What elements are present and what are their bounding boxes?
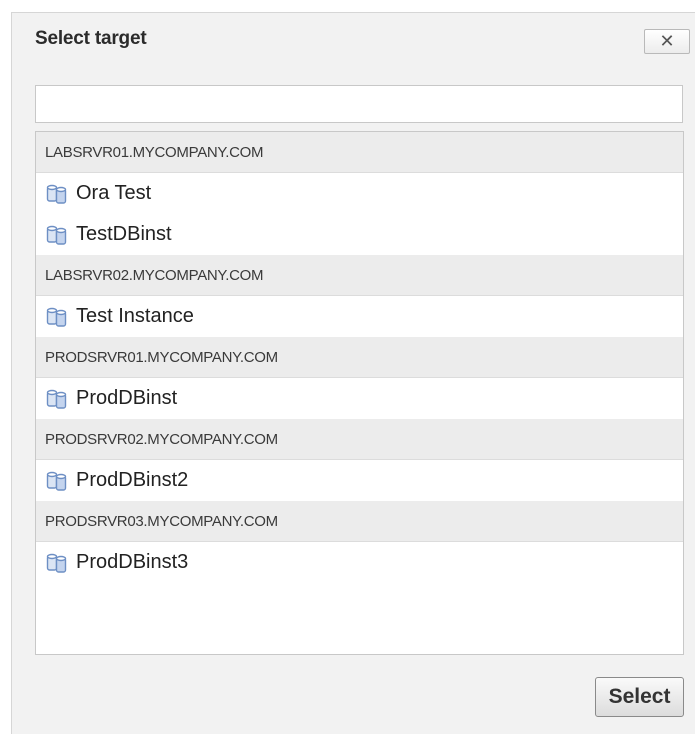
instance-label: Ora Test bbox=[76, 182, 152, 204]
instance-label: ProdDBinst2 bbox=[76, 469, 189, 491]
instance-row[interactable]: Ora Test bbox=[36, 173, 683, 214]
instance-row[interactable]: TestDBinst bbox=[36, 214, 683, 255]
close-button[interactable]: ✕ bbox=[644, 29, 690, 54]
instance-label: TestDBinst bbox=[76, 223, 172, 245]
instance-row[interactable]: ProdDBinst2 bbox=[36, 460, 683, 501]
database-instance-icon bbox=[46, 183, 68, 205]
target-list[interactable]: LABSRVR01.MYCOMPANY.COM Ora Test TestDBi… bbox=[35, 131, 684, 655]
instance-row[interactable]: ProdDBinst bbox=[36, 378, 683, 419]
instance-row[interactable]: Test Instance bbox=[36, 296, 683, 337]
select-target-dialog: Select target ✕ LABSRVR01.MYCOMPANY.COM … bbox=[11, 12, 695, 734]
group-header: PRODSRVR01.MYCOMPANY.COM bbox=[36, 337, 683, 378]
select-button[interactable]: Select bbox=[595, 677, 684, 717]
close-icon: ✕ bbox=[659, 31, 675, 51]
group-header: PRODSRVR02.MYCOMPANY.COM bbox=[36, 419, 683, 460]
instance-row[interactable]: ProdDBinst3 bbox=[36, 542, 683, 583]
group-header: LABSRVR01.MYCOMPANY.COM bbox=[36, 132, 683, 173]
database-instance-icon bbox=[46, 552, 68, 574]
instance-label: Test Instance bbox=[76, 305, 194, 327]
instance-label: ProdDBinst3 bbox=[76, 551, 189, 573]
dialog-title: Select target bbox=[35, 28, 147, 49]
group-header: LABSRVR02.MYCOMPANY.COM bbox=[36, 255, 683, 296]
instance-label: ProdDBinst bbox=[76, 387, 178, 409]
group-header: PRODSRVR03.MYCOMPANY.COM bbox=[36, 501, 683, 542]
database-instance-icon bbox=[46, 306, 68, 328]
search-input[interactable] bbox=[35, 85, 683, 123]
database-instance-icon bbox=[46, 388, 68, 410]
dialog-titlebar: Select target ✕ bbox=[12, 13, 695, 69]
database-instance-icon bbox=[46, 470, 68, 492]
database-instance-icon bbox=[46, 224, 68, 246]
